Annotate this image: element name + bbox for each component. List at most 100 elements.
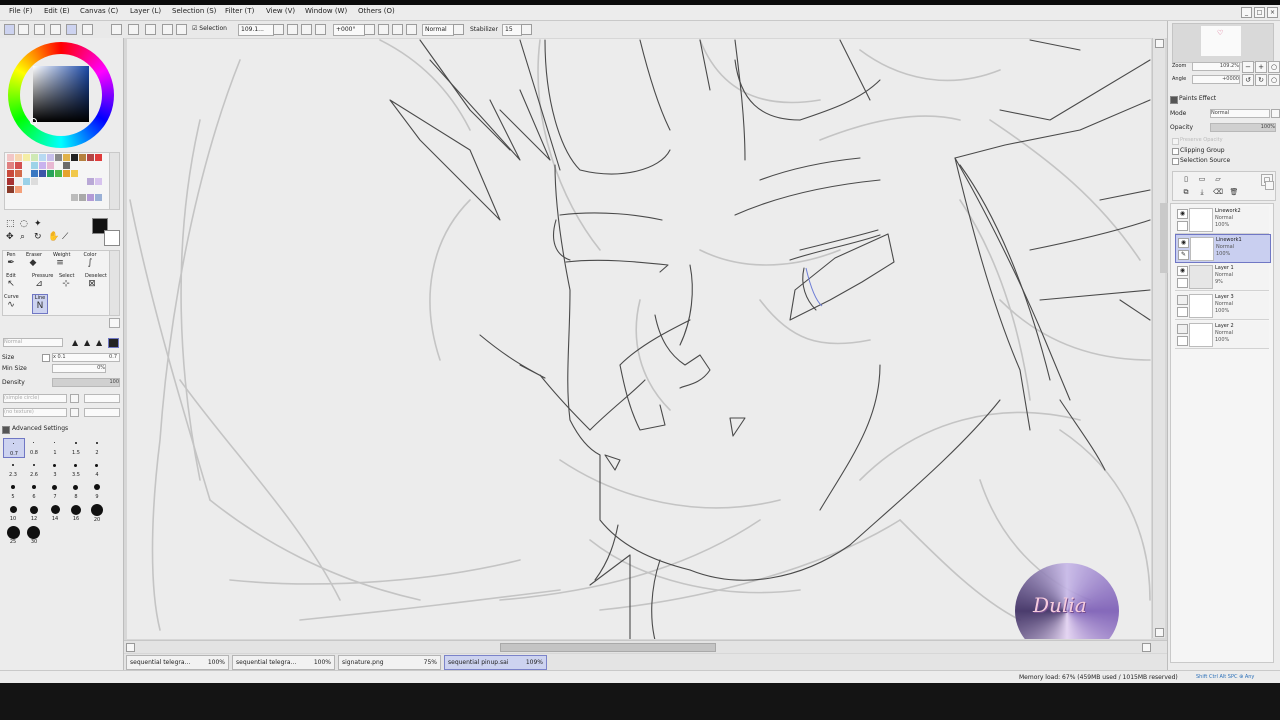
zoom-reset-icon[interactable]	[301, 24, 312, 35]
maximize-icon[interactable]: □	[1254, 7, 1265, 18]
delete-layer-icon[interactable]: 🗑	[1229, 187, 1239, 197]
brush-size-2-6[interactable]: 2.6	[24, 460, 44, 478]
layer-item-linework2[interactable]: ◉ Linework2 Normal 100%	[1175, 206, 1269, 234]
drawing-canvas[interactable]: Dulia	[127, 39, 1151, 639]
scroll-right-icon[interactable]	[1142, 643, 1151, 652]
scroll-up-icon[interactable]	[1155, 39, 1164, 48]
brush-size-2-3[interactable]: 2.3	[3, 460, 23, 478]
doc-tab-3[interactable]: signature.png 75%	[338, 655, 441, 670]
menu-selection[interactable]: Selection (S)	[172, 7, 216, 15]
selection-source-checkbox[interactable]: Selection Source	[1172, 157, 1272, 165]
navigator-preview[interactable]: ♡	[1172, 23, 1274, 63]
zoom-out-icon[interactable]	[273, 24, 284, 35]
layer-mode-dropdown-icon[interactable]	[1271, 109, 1280, 118]
scroll-down-icon[interactable]	[1155, 628, 1164, 637]
rgb-slider-icon[interactable]	[34, 24, 45, 35]
brush-size-3[interactable]: 3	[45, 460, 65, 478]
brush-size-6[interactable]: 6	[24, 482, 44, 500]
flip-icon[interactable]	[406, 24, 417, 35]
nav-angle-field[interactable]: +0000	[1192, 75, 1240, 84]
color-wheel-toggle-icon[interactable]	[4, 24, 15, 35]
scroll-left-icon[interactable]	[126, 643, 135, 652]
show-selection-icon[interactable]	[162, 24, 173, 35]
tool-pressure[interactable]: Pressure ⊿	[32, 273, 53, 291]
view-mode-icon[interactable]	[453, 24, 464, 35]
visibility-eye-icon[interactable]: ◉	[1178, 238, 1189, 248]
horizontal-scrollbar[interactable]	[124, 640, 1167, 653]
size-lock-icon[interactable]	[42, 354, 50, 362]
new-folder-icon[interactable]: ▱	[1213, 174, 1223, 184]
layer-item-layer3[interactable]: Layer 3 Normal 100%	[1175, 292, 1269, 320]
paint-effect-header[interactable]: Paints Effect	[1170, 95, 1270, 105]
rotate-left-icon[interactable]	[364, 24, 375, 35]
move-icon[interactable]: ✥	[6, 232, 14, 242]
menu-file[interactable]: File (F)	[9, 7, 32, 15]
preserve-opacity-checkbox[interactable]: Preserve Opacity	[1172, 137, 1272, 145]
visibility-eye-icon[interactable]: ◉	[1177, 209, 1188, 219]
brush-size-1[interactable]: 1	[45, 438, 65, 456]
doc-tab-4[interactable]: sequential pinup.sai 109%	[444, 655, 547, 670]
zoom-tool-icon[interactable]: ⌕	[20, 232, 25, 242]
scratchpad-icon[interactable]	[82, 24, 93, 35]
nav-zoom-out-icon[interactable]: −	[1242, 61, 1254, 73]
nav-zoom-field[interactable]: 109.2%	[1192, 62, 1240, 71]
brush-size-12[interactable]: 12	[24, 504, 44, 524]
brush-size-4[interactable]: 4	[87, 460, 107, 478]
brush-edge-selector[interactable]: ▲ ▲ ▲	[72, 338, 119, 348]
clear-layer-icon[interactable]: ⌫	[1213, 187, 1223, 197]
rotation-field[interactable]: +000°	[333, 24, 365, 36]
selection-toggle[interactable]: ☑ Selection	[190, 24, 229, 34]
secondary-color-swatch[interactable]	[104, 230, 120, 246]
brush-size-3-5[interactable]: 3.5	[66, 460, 86, 478]
swatches-icon[interactable]	[66, 24, 77, 35]
layer-item-layer2[interactable]: Layer 2 Normal 100%	[1175, 321, 1269, 349]
density-field[interactable]: 100	[52, 378, 120, 387]
tool-select[interactable]: Select ⊹	[59, 273, 74, 291]
layer-mode-select[interactable]: Normal	[1210, 109, 1270, 118]
layer-panel-collapse-icon[interactable]	[1265, 181, 1274, 190]
menu-canvas[interactable]: Canvas (C)	[80, 7, 118, 15]
brush-shape-toggle-icon[interactable]	[70, 394, 79, 403]
brush-size-30[interactable]: 30	[24, 526, 44, 546]
nav-rotate-right-icon[interactable]: ↻	[1255, 74, 1267, 86]
brush-mode-select[interactable]: Normal	[3, 338, 63, 347]
brush-shape-strength[interactable]	[84, 394, 120, 403]
tool-color[interactable]: Color ∫	[83, 252, 97, 270]
swatch-scrollbar[interactable]	[109, 152, 120, 210]
tool-eraser[interactable]: Eraser ◆	[26, 252, 42, 270]
brush-size-25[interactable]: 25	[3, 526, 23, 546]
visibility-eye-icon[interactable]	[1177, 324, 1188, 334]
tool-edit[interactable]: Edit ↖	[4, 273, 18, 291]
rect-select-icon[interactable]: ⬚	[6, 219, 15, 229]
advanced-settings-checkbox[interactable]	[2, 426, 10, 434]
brush-texture-select[interactable]: (no texture)	[3, 408, 67, 417]
doc-tab-1[interactable]: sequential telegra... 100%	[126, 655, 229, 670]
brush-size-7[interactable]: 7	[45, 482, 65, 500]
zoom-fit-icon[interactable]	[315, 24, 326, 35]
brush-size-2[interactable]: 2	[87, 438, 107, 456]
new-layer-icon[interactable]: ▯	[1181, 174, 1191, 184]
layer-item-linework1[interactable]: ◉ ✎ Linework1 Normal 100%	[1175, 234, 1271, 263]
tool-pen[interactable]: Pen ✒	[4, 252, 18, 270]
brush-size-9[interactable]: 9	[87, 482, 107, 500]
brush-texture-toggle-icon[interactable]	[70, 408, 79, 417]
menu-view[interactable]: View (V)	[266, 7, 295, 15]
magic-wand-icon[interactable]: ✦	[34, 219, 42, 229]
horizontal-scroll-thumb[interactable]	[500, 643, 716, 652]
brush-size-1-5[interactable]: 1.5	[66, 438, 86, 456]
menu-layer[interactable]: Layer (L)	[130, 7, 161, 15]
brush-size-0-8[interactable]: 0.8	[24, 438, 44, 456]
nav-rotate-left-icon[interactable]: ↺	[1242, 74, 1254, 86]
selection-source-box[interactable]	[1172, 158, 1179, 165]
close-icon[interactable]: ×	[1267, 7, 1278, 18]
vertical-scrollbar[interactable]	[1152, 38, 1165, 638]
tool-curve[interactable]: Curve ∿	[4, 294, 19, 312]
brush-size-0-7[interactable]: 0.7	[3, 438, 25, 458]
menu-others[interactable]: Others (O)	[358, 7, 395, 15]
clipping-group-checkbox[interactable]: Clipping Group	[1172, 147, 1272, 155]
rotate-tool-icon[interactable]: ↻	[34, 232, 42, 242]
layer-lock-icon[interactable]	[1177, 278, 1188, 288]
layer-lock-icon[interactable]	[1177, 336, 1188, 346]
clipping-group-box[interactable]	[1172, 148, 1179, 155]
stabilizer-dropdown-icon[interactable]	[521, 24, 532, 35]
